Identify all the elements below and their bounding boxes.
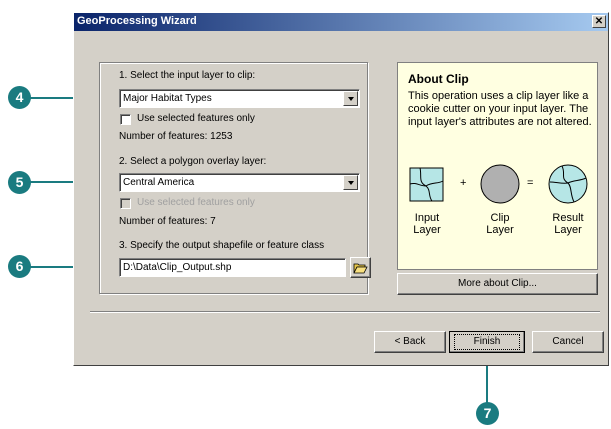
finish-label: Finish — [454, 334, 520, 350]
more-about-clip-button[interactable]: More about Clip... — [397, 273, 598, 295]
open-folder-icon — [353, 263, 368, 274]
cancel-button[interactable]: Cancel — [532, 331, 604, 353]
use-selected-features-checkbox[interactable] — [120, 114, 131, 125]
cancel-label: Cancel — [552, 336, 584, 347]
result-layer-caption: Result Layer — [552, 212, 584, 236]
back-button[interactable]: < Back — [374, 331, 446, 353]
output-path-field[interactable]: D:\Data\Clip_Output.shp — [119, 258, 346, 277]
back-label: < Back — [394, 336, 426, 347]
browse-button[interactable] — [350, 257, 371, 278]
close-button[interactable]: ✕ — [592, 15, 606, 28]
callout-4: 4 — [8, 86, 31, 109]
close-icon: ✕ — [594, 16, 604, 27]
overlay-feature-count: Number of features: 7 — [119, 216, 216, 227]
callout-5: 5 — [8, 171, 31, 194]
about-heading: About Clip — [408, 72, 469, 86]
chevron-down-icon[interactable] — [343, 175, 358, 190]
about-clip-panel: About Clip This operation uses a clip la… — [397, 62, 598, 270]
window-title: GeoProcessing Wizard — [77, 15, 197, 27]
overlay-use-selected-checkbox[interactable] — [120, 198, 131, 209]
clip-layer-caption: Clip Layer — [486, 212, 514, 236]
overlay-layer-value: Central America — [123, 177, 195, 188]
input-feature-count: Number of features: 1253 — [119, 131, 233, 142]
more-about-clip-label: More about Clip... — [458, 278, 537, 289]
divider — [90, 311, 600, 313]
title-bar: GeoProcessing Wizard ✕ — [74, 13, 608, 31]
overlay-layer-dropdown[interactable]: Central America — [119, 173, 360, 192]
clip-layer-icon — [480, 164, 520, 204]
step1-label: 1. Select the input layer to clip: — [119, 70, 256, 81]
input-layer-value: Major Habitat Types — [123, 93, 212, 104]
input-layer-icon — [409, 167, 444, 202]
about-description: This operation uses a clip layer like a … — [408, 90, 592, 128]
finish-button[interactable]: Finish — [449, 331, 525, 353]
output-path-value: D:\Data\Clip_Output.shp — [123, 262, 232, 273]
overlay-use-selected-label: Use selected features only — [137, 197, 255, 208]
result-layer-icon — [548, 164, 588, 204]
equals-symbol: = — [527, 177, 534, 189]
step3-label: 3. Specify the output shapefile or featu… — [119, 240, 325, 251]
input-layer-dropdown[interactable]: Major Habitat Types — [119, 89, 360, 108]
use-selected-features-label: Use selected features only — [137, 113, 255, 124]
chevron-down-icon[interactable] — [343, 91, 358, 106]
step2-label: 2. Select a polygon overlay layer: — [119, 156, 267, 167]
geoprocessing-wizard-dialog: GeoProcessing Wizard ✕ 1. Select the inp… — [73, 12, 609, 366]
callout-6: 6 — [8, 255, 31, 278]
callout-7: 7 — [476, 402, 499, 425]
plus-symbol: + — [460, 177, 467, 189]
input-layer-caption: Input Layer — [413, 212, 441, 236]
